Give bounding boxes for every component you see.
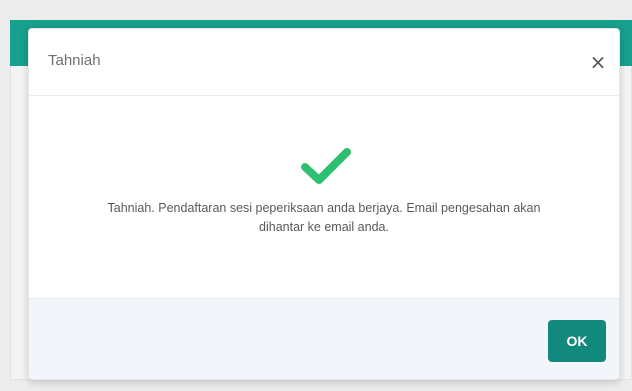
success-dialog: Tahniah × Tahniah. Pendaftaran sesi pepe… bbox=[28, 28, 620, 380]
dialog-header: Tahniah × bbox=[29, 29, 619, 96]
dialog-footer: OK bbox=[29, 298, 619, 379]
close-button[interactable]: × bbox=[585, 49, 611, 75]
dialog-title: Tahniah bbox=[48, 52, 101, 69]
dialog-body: Tahniah. Pendaftaran sesi peperiksaan an… bbox=[29, 96, 619, 298]
success-message: Tahniah. Pendaftaran sesi peperiksaan an… bbox=[107, 201, 541, 234]
checkmark-icon bbox=[301, 148, 351, 184]
close-icon: × bbox=[589, 50, 607, 74]
page: Tahniah × Tahniah. Pendaftaran sesi pepe… bbox=[0, 0, 632, 391]
ok-button[interactable]: OK bbox=[548, 320, 606, 362]
